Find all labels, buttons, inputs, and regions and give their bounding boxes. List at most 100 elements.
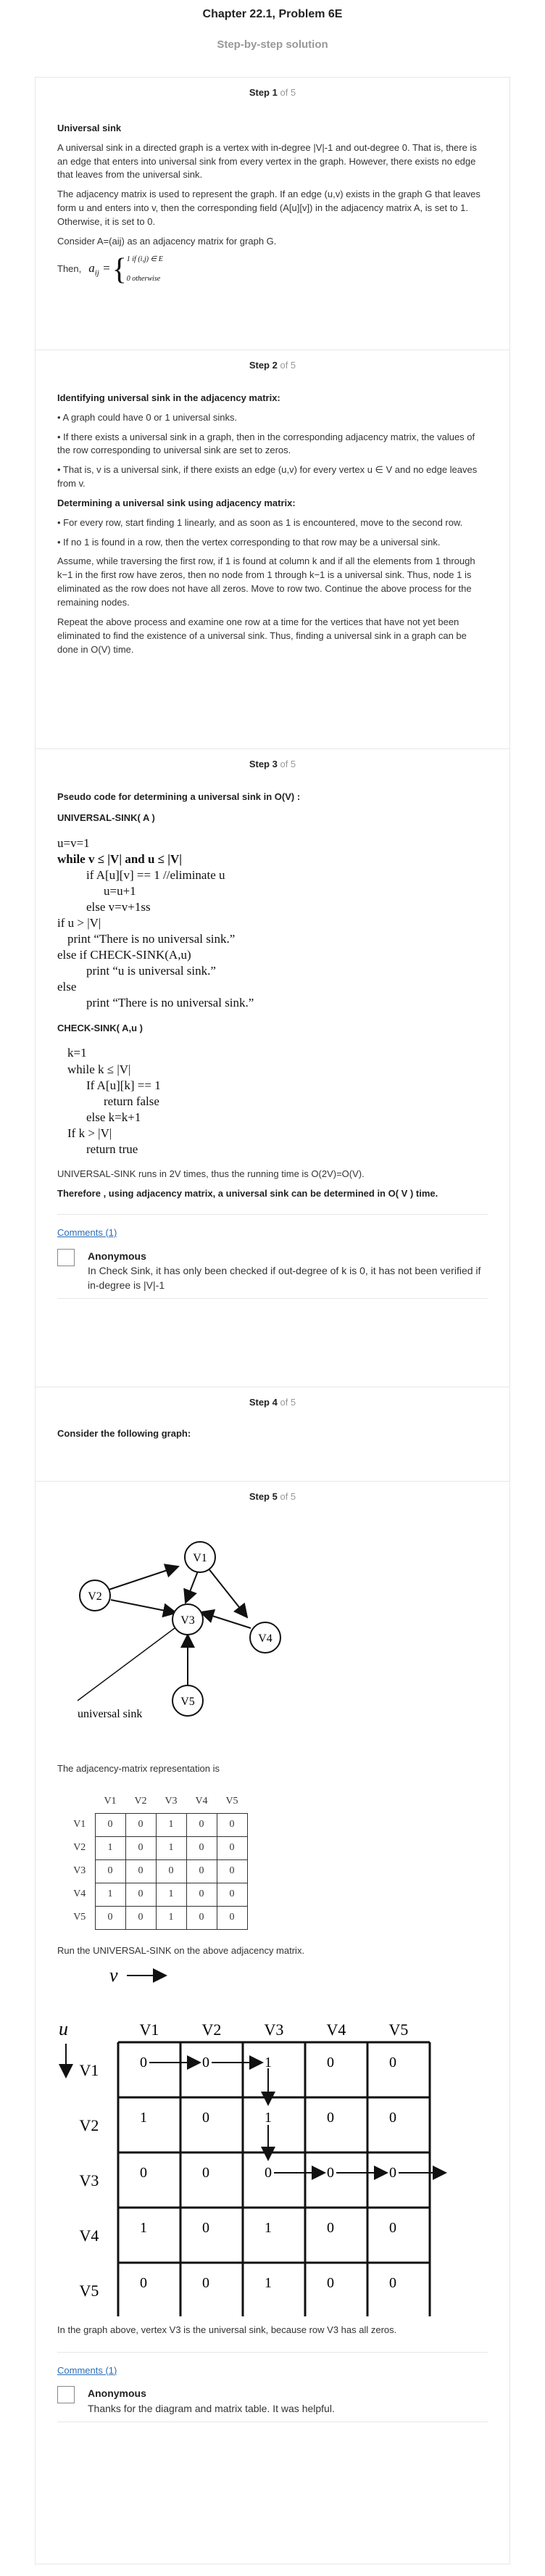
step-number: Step 2: [249, 360, 278, 371]
bullet: • If there exists a universal sink in a …: [57, 431, 475, 456]
function-name: CHECK-SINK( A,u ): [57, 1022, 143, 1033]
code-line: If A[u][k] == 1: [86, 1078, 161, 1092]
matrix-cell: 0: [125, 1883, 157, 1907]
matrix-cell: 0: [94, 1813, 126, 1838]
trav-cell: 0: [140, 2165, 147, 2181]
code-line: else: [57, 980, 77, 994]
comment-checkbox[interactable]: [57, 2386, 75, 2404]
matrix-row-header: V1: [73, 1819, 86, 1830]
matrix-cell: 1: [155, 1813, 187, 1838]
matrix-cell: 0: [186, 1836, 217, 1861]
trav-col-header: V4: [327, 2020, 346, 2039]
traversal-diagram: v u V1 V2 V3 V4 V5 V1 V2 V3 V4 V5 0 0 1 0 0 1 0 1 0 0 0 0 0 0 0 1 0 1…: [59, 1965, 447, 2319]
trav-cell: 0: [265, 2165, 272, 2181]
trav-cell: 0: [202, 2275, 209, 2291]
code-line: if u > |V|: [57, 916, 101, 930]
code-line: else k=k+1: [86, 1110, 141, 1124]
svg-text:V5: V5: [180, 1696, 195, 1708]
paragraph: In the graph above, vertex V3 is the uni…: [57, 2324, 397, 2335]
matrix-col-header: V1: [104, 1796, 117, 1807]
trav-cell: 0: [202, 2055, 209, 2071]
paragraph: Consider A=(aij) as an adjacency matrix …: [57, 235, 277, 247]
trav-cell: 0: [202, 2220, 209, 2236]
matrix-row-header: V4: [73, 1888, 86, 1900]
code-line: else v=v+1ss: [86, 899, 151, 914]
trav-row-header: V2: [80, 2116, 99, 2134]
code-line: print “There is no universal sink.”: [67, 932, 236, 946]
step-label: Step 2 of 5: [36, 359, 509, 373]
code-line: k=1: [67, 1046, 87, 1060]
step-label: Step 4 of 5: [36, 1396, 509, 1410]
trav-row-header: V1: [80, 2061, 99, 2079]
step-of: of 5: [280, 759, 296, 769]
code-line: u=v=1: [57, 835, 90, 850]
solution-container: Step 1 of 5 Universal sink A universal s…: [35, 77, 510, 2564]
code-line: while v ≤ |V| and u ≤ |V|: [57, 851, 183, 866]
trav-cell: 1: [265, 2110, 272, 2126]
adjacency-matrix: V1 V2 V3 V4 V5 V1 0 0 1 0 0 V2 1 0 1 0 0 V3 0 0 0 0 0 V4 1 0 1 0 0 V5…: [65, 1791, 248, 1931]
bullet: • If no 1 is found in a row, then the ve…: [57, 536, 441, 548]
matrix-cell: 0: [216, 1906, 248, 1931]
comments-link[interactable]: Comments (1): [57, 2364, 117, 2378]
comment: Anonymous Thanks for the diagram and mat…: [57, 2386, 488, 2422]
step-2: Step 2 of 5 Identifying universal sink i…: [36, 350, 509, 748]
comment-author: Anonymous: [88, 2387, 146, 2400]
step-number: Step 5: [249, 1491, 278, 1502]
node-v2: V2: [79, 1579, 111, 1611]
svg-text:V3: V3: [180, 1614, 195, 1627]
paragraph: A universal sink in a directed graph is …: [57, 141, 477, 181]
paragraph: Run the UNIVERSAL-SINK on the above adja…: [57, 1945, 305, 1957]
code-line: print “There is no universal sink.”: [86, 996, 254, 1010]
node-v4: V4: [249, 1621, 281, 1654]
matrix-cell: 0: [94, 1906, 126, 1931]
trav-cell: 0: [389, 2110, 396, 2126]
matrix-row-header: V5: [73, 1912, 86, 1923]
matrix-cell: 1: [94, 1883, 126, 1907]
trav-cell: 0: [389, 2275, 396, 2291]
section-heading: Identifying universal sink in the adjace…: [57, 392, 280, 403]
step-label: Step 5 of 5: [36, 1490, 509, 1504]
paragraph: Therefore , using adjacency matrix, a un…: [57, 1187, 438, 1199]
code-line: if A[u][v] == 1 //eliminate u: [86, 867, 225, 882]
trav-cell: 1: [265, 2055, 272, 2071]
trav-cell: 0: [389, 2165, 396, 2181]
trav-cell: 1: [140, 2220, 147, 2236]
code-line: return true: [86, 1142, 138, 1156]
matrix-cell: 0: [125, 1836, 157, 1861]
code-line: If k > |V|: [67, 1126, 112, 1140]
trav-row-header: V5: [80, 2282, 99, 2300]
step-3: Step 3 of 5 Pseudo code for determining …: [36, 748, 509, 1387]
u-axis-label: u: [59, 2018, 68, 2039]
matrix-col-header: V2: [134, 1796, 147, 1807]
matrix-col-header: V5: [225, 1796, 238, 1807]
matrix-cell: 1: [155, 1883, 187, 1907]
trav-cell: 0: [389, 2055, 396, 2071]
comment-checkbox[interactable]: [57, 1248, 75, 1266]
step-number: Step 4: [249, 1397, 278, 1408]
step-label: Step 1 of 5: [36, 86, 509, 100]
page-title: Chapter 22.1, Problem 6E: [202, 8, 343, 20]
section-heading: Pseudo code for determining a universal …: [57, 790, 301, 802]
code-line: else if CHECK-SINK(A,u): [57, 948, 191, 962]
bullet: • For every row, start finding 1 linearl…: [57, 516, 463, 528]
step-of: of 5: [280, 87, 296, 98]
matrix-cell: 0: [94, 1859, 126, 1884]
step-label: Step 3 of 5: [36, 758, 509, 772]
matrix-cell: 1: [155, 1836, 187, 1861]
comments-link[interactable]: Comments (1): [57, 1226, 117, 1240]
trav-cell: 0: [140, 2055, 147, 2071]
comment-text: Thanks for the diagram and matrix table.…: [88, 2402, 335, 2414]
paragraph: UNIVERSAL-SINK runs in 2V times, thus th…: [57, 1168, 365, 1180]
trav-cell: 0: [140, 2275, 147, 2291]
code-line: return false: [104, 1094, 159, 1108]
formula-then: Then,: [57, 263, 82, 275]
page-subtitle: Step-by-step solution: [217, 38, 328, 51]
trav-col-header: V2: [202, 2020, 222, 2039]
trav-row-header: V4: [80, 2226, 99, 2245]
step-number: Step 1: [249, 87, 278, 98]
code-line: print “u is universal sink.”: [86, 964, 216, 978]
code-line: u=u+1: [104, 883, 136, 898]
step-number: Step 3: [249, 759, 278, 769]
matrix-cell: 1: [155, 1906, 187, 1931]
matrix-cell: 0: [186, 1906, 217, 1931]
